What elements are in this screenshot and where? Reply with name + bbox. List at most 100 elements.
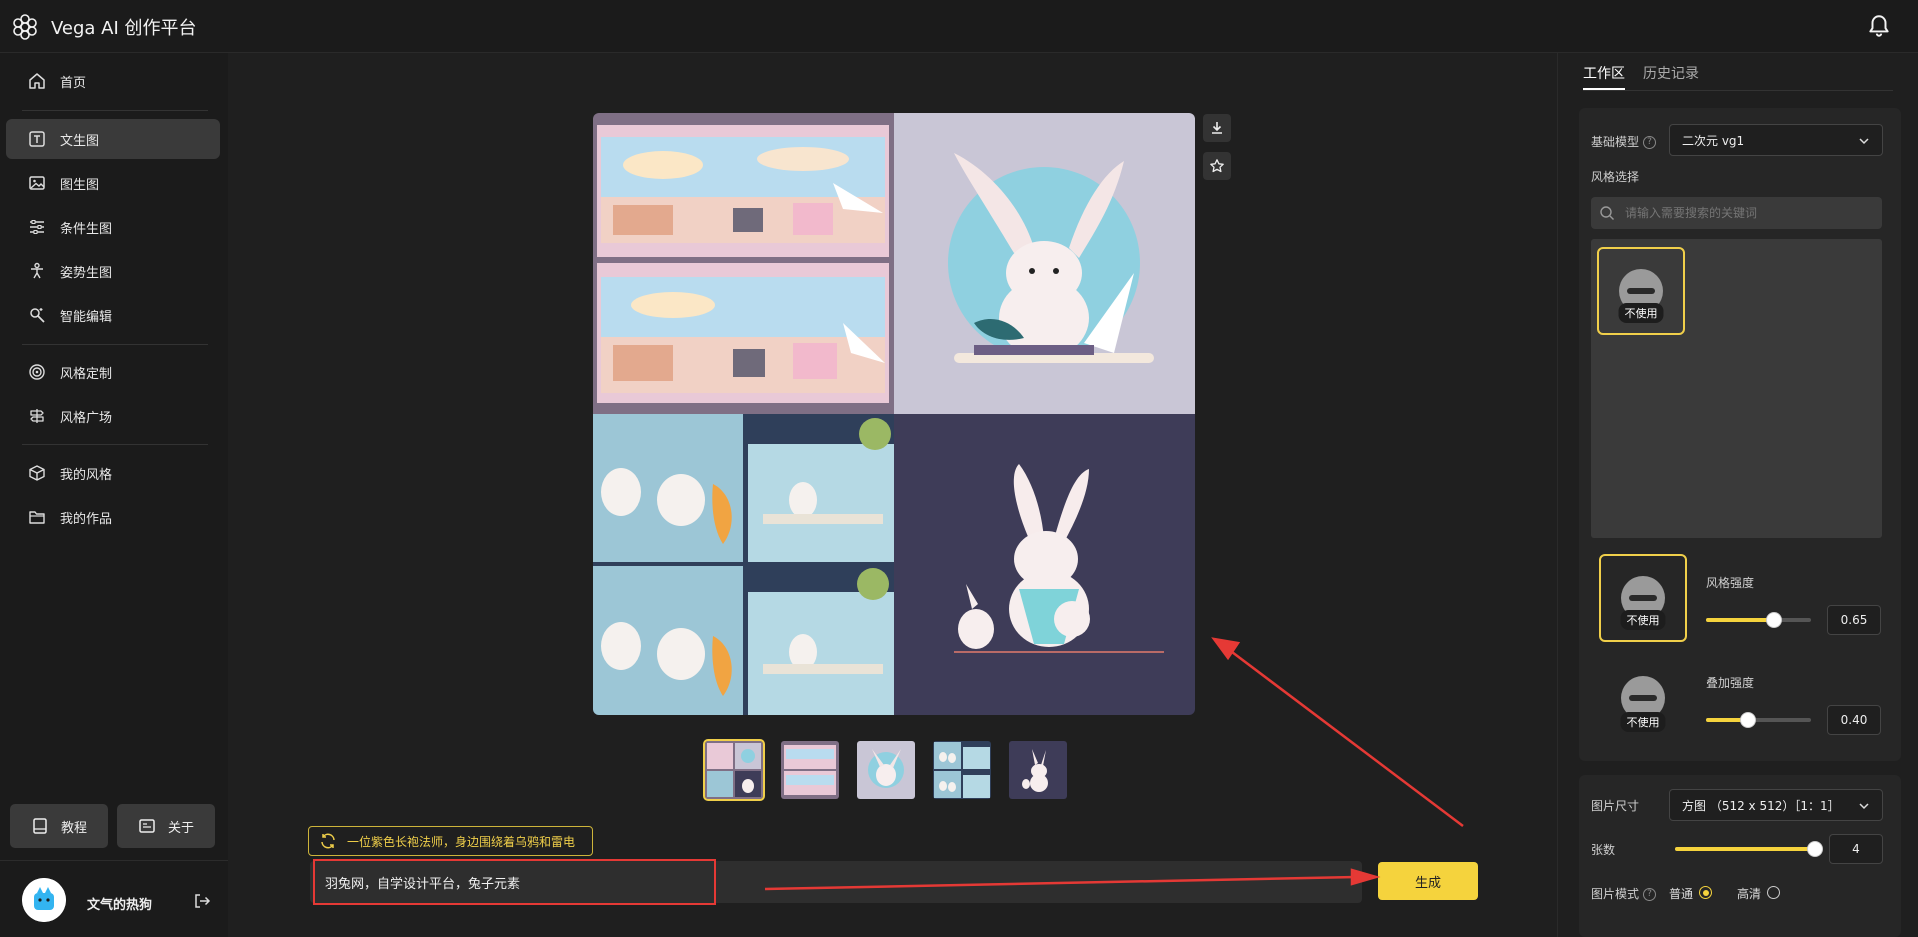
about-label: 关于 xyxy=(167,820,194,836)
image-size-select[interactable]: 方图 （512 x 512）［1：1］ xyxy=(1669,789,1883,821)
sidebar-item-my-styles[interactable]: 我的风格 xyxy=(6,453,220,493)
logo-icon xyxy=(13,14,37,40)
image-icon xyxy=(29,176,45,190)
generated-image-3 xyxy=(593,414,894,715)
count-slider[interactable] xyxy=(1675,841,1823,857)
count-input[interactable]: 4 xyxy=(1829,834,1883,864)
generated-image-2 xyxy=(894,113,1195,414)
app-title: Vega AI 创作平台 xyxy=(51,18,197,39)
prompt-input[interactable] xyxy=(313,859,716,905)
tutorial-button[interactable]: 教程 xyxy=(10,804,108,848)
text-image-icon xyxy=(29,131,45,147)
mode-hd-radio[interactable] xyxy=(1767,886,1780,899)
divider xyxy=(22,444,208,445)
favorite-button[interactable] xyxy=(1203,152,1231,180)
download-button[interactable] xyxy=(1203,114,1231,142)
mode-normal-radio[interactable] xyxy=(1699,886,1712,899)
overlay-strength-tile[interactable]: 不使用 xyxy=(1599,654,1687,742)
style-gallery: 不使用 xyxy=(1591,239,1882,538)
about-button[interactable]: 关于 xyxy=(117,804,215,848)
style-tile-none[interactable]: 不使用 xyxy=(1597,247,1685,335)
no-use-label: 不使用 xyxy=(1620,712,1666,732)
folder-icon xyxy=(29,511,45,524)
sidebar-item-smart-edit[interactable]: 智能编辑 xyxy=(6,295,220,335)
target-icon xyxy=(29,364,45,380)
prompt-suggestion[interactable]: 一位紫色长袍法师，身边围绕着乌鸦和雷电 xyxy=(308,826,593,856)
thumbnail-1[interactable] xyxy=(781,741,839,799)
generated-image-1 xyxy=(593,113,894,414)
sidebar-item-label: 首页 xyxy=(60,75,87,91)
base-model-select[interactable]: 二次元 vg1 xyxy=(1669,124,1883,156)
style-settings-card: 基础模型? 二次元 vg1 风格选择 不使用 不使用 风格强度 0.65 不使用… xyxy=(1579,108,1901,761)
style-search-input[interactable] xyxy=(1623,205,1873,221)
slider-knob[interactable] xyxy=(1740,712,1756,728)
sidebar-item-conditional[interactable]: 条件生图 xyxy=(6,207,220,247)
mode-normal-label: 普通 xyxy=(1669,887,1694,901)
slider-knob[interactable] xyxy=(1766,612,1783,628)
thumbnail-4[interactable] xyxy=(1009,741,1067,799)
thumbnail-2[interactable] xyxy=(857,741,915,799)
pose-icon xyxy=(31,262,43,279)
sidebar-item-style-custom[interactable]: 风格定制 xyxy=(6,352,220,392)
sidebar-item-style-square[interactable]: 风格广场 xyxy=(6,396,220,436)
book-icon xyxy=(33,818,47,834)
sidebar-item-pose[interactable]: 姿势生图 xyxy=(6,251,220,291)
sidebar-item-label: 风格定制 xyxy=(60,366,113,382)
logout-icon[interactable] xyxy=(193,892,211,910)
style-strength-tile[interactable]: 不使用 xyxy=(1599,554,1687,642)
tab-workspace[interactable]: 工作区 xyxy=(1583,63,1625,83)
mode-hd-label: 高清 xyxy=(1737,887,1762,901)
sidebar-item-text-to-image[interactable]: 文生图 xyxy=(6,119,220,159)
count-label: 张数 xyxy=(1591,843,1616,857)
sidebar-item-label: 文生图 xyxy=(60,133,100,149)
tab-divider xyxy=(1583,90,1893,91)
sidebar-item-label: 姿势生图 xyxy=(60,265,113,281)
sidebar-item-home[interactable]: 首页 xyxy=(6,61,220,101)
chevron-down-icon xyxy=(1859,803,1869,810)
generated-image-4 xyxy=(894,414,1195,715)
tab-history[interactable]: 历史记录 xyxy=(1643,63,1699,83)
signpost-icon xyxy=(30,409,44,423)
help-icon[interactable]: ? xyxy=(1643,888,1657,901)
user-name: 文气的热狗 xyxy=(87,898,153,913)
base-model-value: 二次元 vg1 xyxy=(1682,133,1745,148)
sidebar-item-label: 智能编辑 xyxy=(60,309,113,325)
thumbnail-all[interactable] xyxy=(703,739,765,801)
no-use-label: 不使用 xyxy=(1618,303,1664,323)
image-size-value: 方图 （512 x 512）［1：1］ xyxy=(1682,798,1840,813)
sidebar-item-my-works[interactable]: 我的作品 xyxy=(6,497,220,537)
base-model-label: 基础模型? xyxy=(1591,133,1657,150)
thumbnail-3[interactable] xyxy=(933,741,991,799)
sliders-icon xyxy=(30,220,44,234)
sidebar-item-label: 风格广场 xyxy=(60,410,113,426)
divider xyxy=(0,860,228,861)
overlay-strength-input[interactable]: 0.40 xyxy=(1827,705,1881,735)
generated-image-grid[interactable] xyxy=(593,113,1195,715)
overlay-strength-slider[interactable] xyxy=(1706,712,1811,728)
style-select-label: 风格选择 xyxy=(1591,170,1640,184)
style-strength-label: 风格强度 xyxy=(1706,576,1755,590)
bell-icon[interactable] xyxy=(1866,13,1892,39)
help-icon[interactable]: ? xyxy=(1643,136,1657,149)
sidebar-item-label: 图生图 xyxy=(60,177,100,193)
download-icon xyxy=(1212,122,1222,134)
image-mode-label: 图片模式? xyxy=(1591,885,1657,902)
slider-knob[interactable] xyxy=(1807,841,1823,857)
sidebar-item-image-to-image[interactable]: 图生图 xyxy=(6,163,220,203)
info-card-icon xyxy=(139,819,155,833)
panel-divider xyxy=(1557,53,1558,937)
sidebar: 首页 文生图 图生图 条件生图 姿势生图 智能编辑 风格定制 风格广场 我的风格… xyxy=(0,53,228,937)
sidebar-item-label: 条件生图 xyxy=(60,221,113,237)
style-search[interactable] xyxy=(1591,197,1882,229)
style-strength-slider[interactable] xyxy=(1706,612,1811,628)
refresh-icon xyxy=(321,833,335,849)
generate-button[interactable]: 生成 xyxy=(1378,862,1478,900)
avatar[interactable] xyxy=(22,878,66,922)
top-bar: Vega AI 创作平台 xyxy=(0,0,1918,53)
sidebar-item-label: 我的作品 xyxy=(60,511,113,527)
star-icon xyxy=(1210,159,1224,173)
chevron-down-icon xyxy=(1859,138,1869,145)
style-strength-input[interactable]: 0.65 xyxy=(1827,605,1881,635)
slider-fill xyxy=(1706,618,1775,622)
cube-icon xyxy=(29,465,45,481)
